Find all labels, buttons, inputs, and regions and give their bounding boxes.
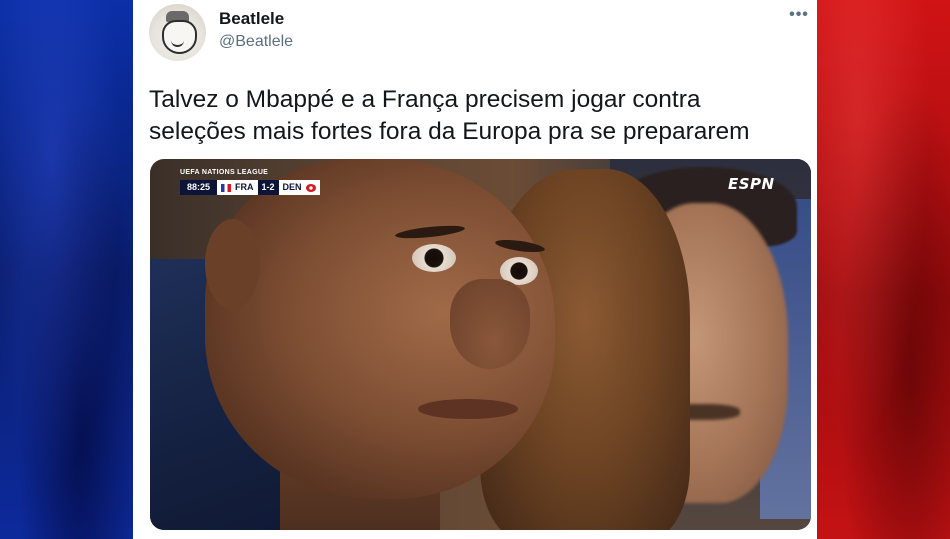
flag-background-blue [0, 0, 133, 539]
scorebug: UEFA NATIONS LEAGUE 88:25 FRA 1-2 DEN [180, 169, 340, 199]
scorebug-time: 88:25 [180, 180, 218, 195]
scorebug-home-team: FRA [235, 182, 254, 192]
player-mouth [418, 399, 518, 419]
denmark-flag-icon [305, 183, 316, 192]
tweet-media-image[interactable]: UEFA NATIONS LEAGUE 88:25 FRA 1-2 DEN ES… [150, 159, 811, 530]
scorebug-league: UEFA NATIONS LEAGUE [180, 169, 269, 176]
scorebug-away-team: DEN [282, 182, 302, 192]
player-eye-left [412, 244, 456, 272]
avatar-face [162, 20, 197, 54]
tweet-card: Beatlele @Beatlele ••• Talvez o Mbappé e… [133, 0, 817, 539]
flag-background-red [817, 0, 950, 539]
author-name[interactable]: Beatlele [219, 9, 284, 29]
scorebug-score: 1-2 [257, 180, 279, 195]
avatar[interactable] [149, 4, 206, 61]
tweet-text: Talvez o Mbappé e a França precisem joga… [149, 86, 750, 145]
player-ear [205, 219, 260, 309]
more-dots-icon[interactable]: ••• [788, 7, 810, 30]
author-handle[interactable]: @Beatlele [219, 33, 293, 51]
player-nose [450, 279, 530, 369]
broadcaster-logo: ESPN [728, 175, 775, 193]
france-flag-icon [221, 183, 232, 192]
scorebug-bar: 88:25 FRA 1-2 DEN [180, 180, 333, 195]
scorebug-teams: FRA 1-2 DEN [217, 180, 320, 195]
